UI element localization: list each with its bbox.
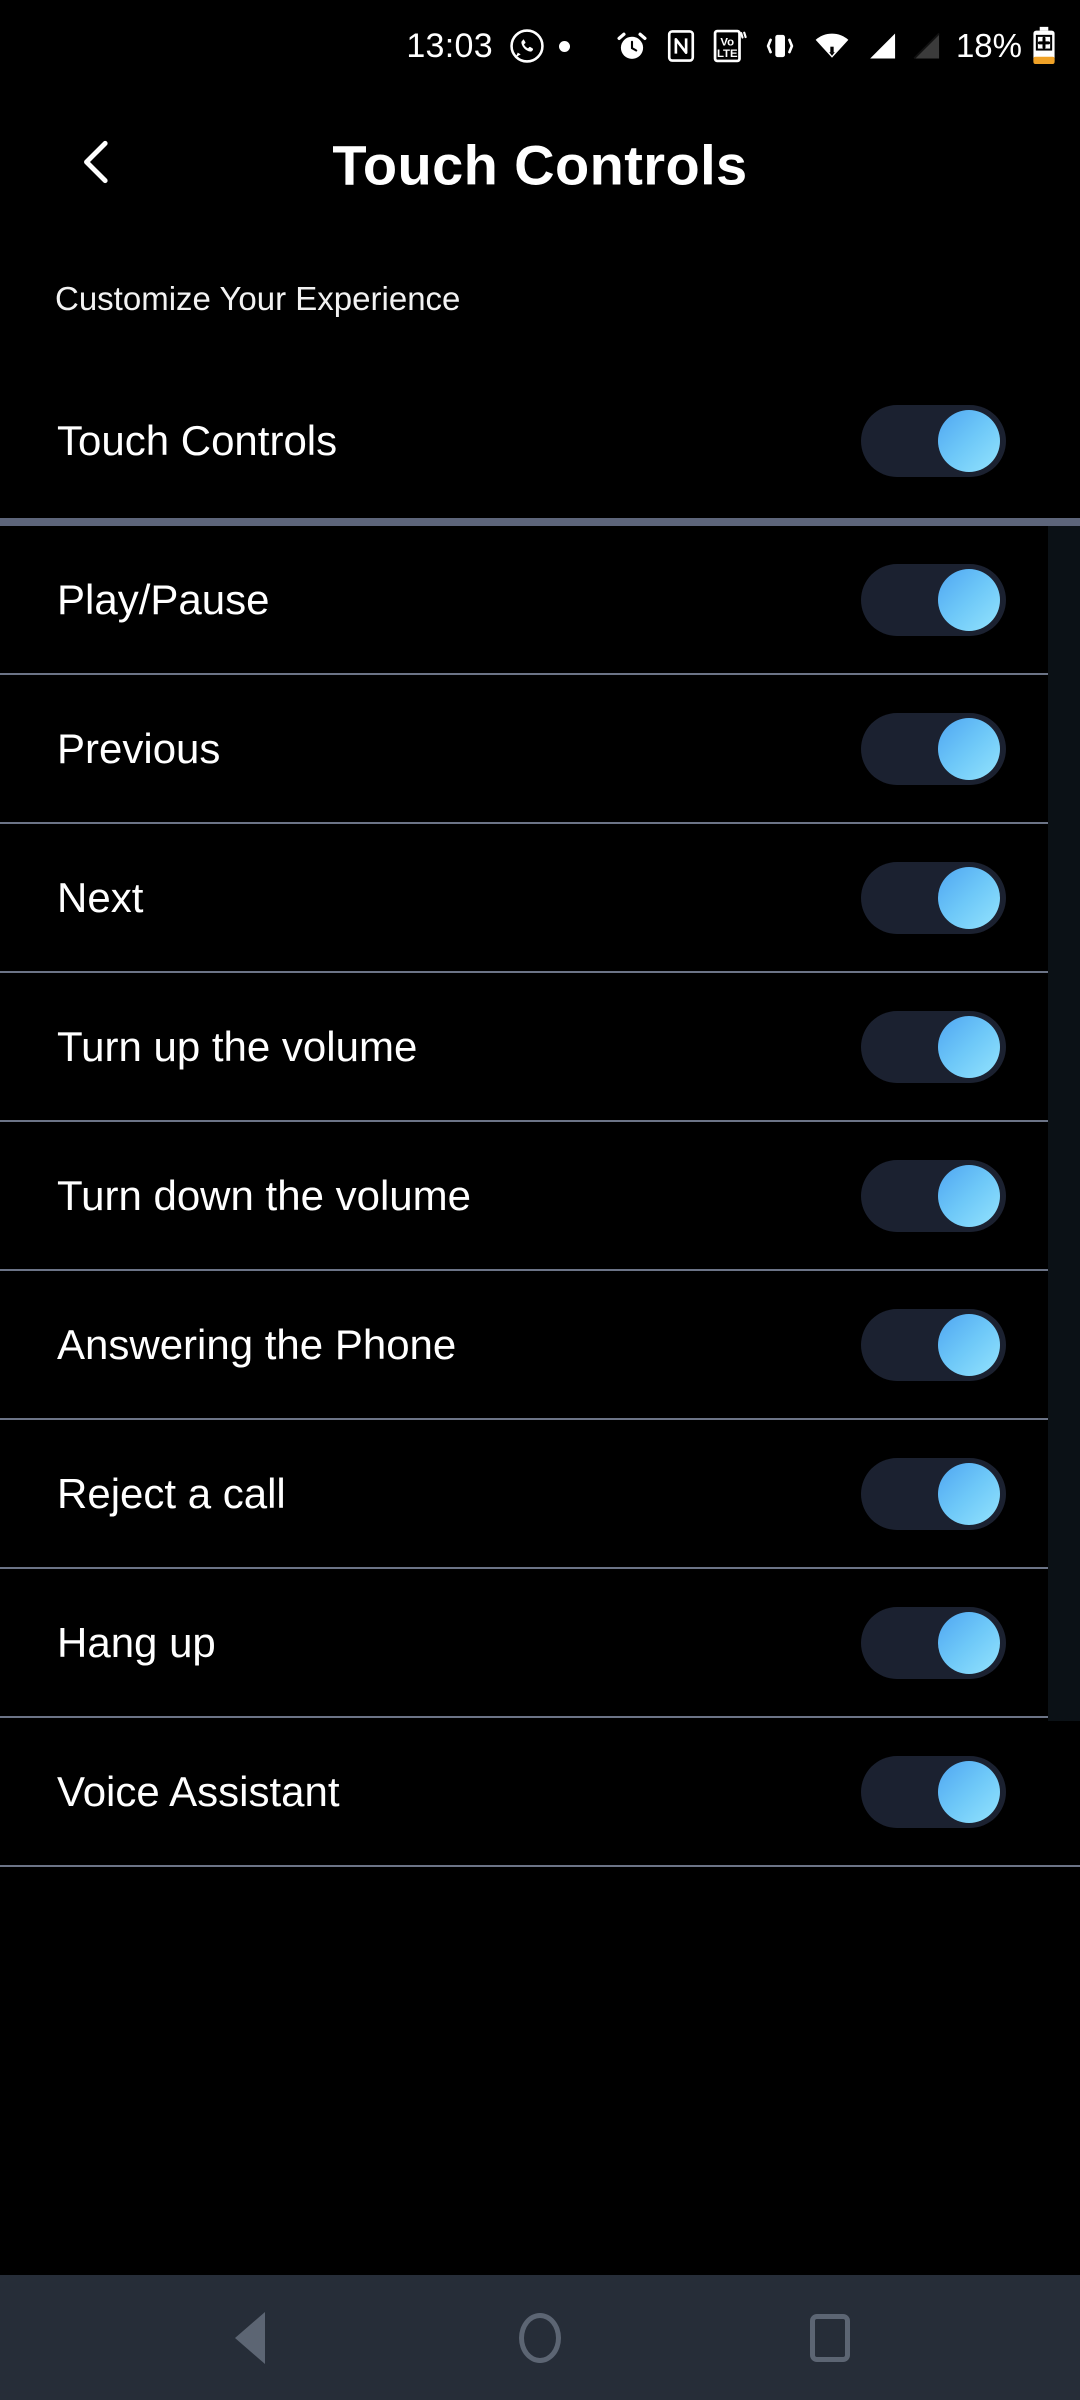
signal-sim1-icon <box>866 28 902 64</box>
touch-control-toggle[interactable] <box>861 1606 1006 1679</box>
touch-control-row[interactable]: Voice Assistant <box>0 1718 1080 1867</box>
page-title: Touch Controls <box>332 133 748 196</box>
touch-control-label: Reject a call <box>57 1469 286 1517</box>
recents-nav-icon <box>810 2313 850 2362</box>
touch-control-row[interactable]: Previous <box>0 675 1080 824</box>
touch-control-row[interactable]: Play/Pause <box>0 526 1080 675</box>
whatsapp-icon <box>509 28 545 64</box>
nav-recents-button[interactable] <box>785 2293 875 2383</box>
touch-control-toggle[interactable] <box>861 1159 1006 1232</box>
status-bar-clock: 13:03 <box>406 26 493 65</box>
battery-charging-icon <box>1030 26 1058 66</box>
touch-control-toggle[interactable] <box>861 1755 1006 1828</box>
touch-control-toggle[interactable] <box>861 563 1006 636</box>
toggle-thumb <box>938 568 1000 631</box>
touch-control-label: Turn down the volume <box>57 1171 471 1219</box>
toggle-thumb <box>938 1611 1000 1674</box>
system-navigation-bar <box>0 2275 1080 2400</box>
alarm-icon <box>614 28 650 64</box>
touch-control-label: Answering the Phone <box>57 1320 457 1368</box>
toggle-thumb <box>938 1313 1000 1376</box>
wifi-icon <box>812 28 852 64</box>
app-bar: Touch Controls <box>0 92 1080 237</box>
toggle-thumb <box>938 866 1000 929</box>
touch-control-label: Play/Pause <box>57 575 270 623</box>
signal-sim2-icon <box>910 28 946 64</box>
touch-control-label: Hang up <box>57 1618 216 1666</box>
notification-dot-icon <box>558 40 570 52</box>
nfc-icon <box>664 28 698 64</box>
status-bar: 13:03 Vo LTE 18% <box>0 0 1080 92</box>
section-subtitle: Customize Your Experience <box>55 280 461 317</box>
touch-control-row[interactable]: Next <box>0 824 1080 973</box>
scrollbar[interactable] <box>1048 526 1080 1721</box>
svg-text:Vo: Vo <box>720 36 734 48</box>
toggle-thumb <box>938 1015 1000 1078</box>
toggle-thumb <box>938 1462 1000 1525</box>
touch-controls-list: Play/Pause Previous Next Turn up the volume… <box>0 526 1080 2275</box>
master-touch-controls-row[interactable]: Touch Controls <box>0 360 1080 522</box>
master-touch-controls-toggle[interactable] <box>861 405 1006 477</box>
touch-control-row[interactable]: Turn up the volume <box>0 973 1080 1122</box>
touch-control-toggle[interactable] <box>861 1010 1006 1083</box>
back-nav-icon <box>235 2311 265 2364</box>
phone-screen: 13:03 Vo LTE 18% Touch Controls Customiz… <box>0 0 1080 2400</box>
touch-control-row[interactable]: Turn down the volume <box>0 1122 1080 1271</box>
section-divider <box>0 518 1080 526</box>
nav-home-button[interactable] <box>495 2293 585 2383</box>
battery-percent-label: 18% <box>955 27 1022 64</box>
toggle-thumb <box>938 1164 1000 1227</box>
touch-control-label: Voice Assistant <box>57 1767 340 1815</box>
home-nav-icon <box>519 2312 561 2363</box>
toggle-thumb <box>938 1760 1000 1823</box>
touch-control-toggle[interactable] <box>861 861 1006 934</box>
touch-control-toggle[interactable] <box>861 712 1006 785</box>
svg-text:LTE: LTE <box>717 48 738 60</box>
volte-icon: Vo LTE <box>712 27 748 65</box>
touch-control-row[interactable]: Hang up <box>0 1569 1080 1718</box>
nav-back-button[interactable] <box>205 2293 295 2383</box>
touch-control-toggle[interactable] <box>861 1308 1006 1381</box>
toggle-thumb <box>938 717 1000 780</box>
touch-control-row[interactable]: Answering the Phone <box>0 1271 1080 1420</box>
vibrate-icon <box>762 28 798 64</box>
master-touch-controls-label: Touch Controls <box>57 417 338 464</box>
touch-control-label: Turn up the volume <box>57 1022 418 1070</box>
toggle-thumb <box>938 410 1000 472</box>
touch-control-toggle[interactable] <box>861 1457 1006 1530</box>
touch-control-label: Next <box>57 873 144 921</box>
touch-control-label: Previous <box>57 724 221 772</box>
touch-control-row[interactable]: Reject a call <box>0 1420 1080 1569</box>
